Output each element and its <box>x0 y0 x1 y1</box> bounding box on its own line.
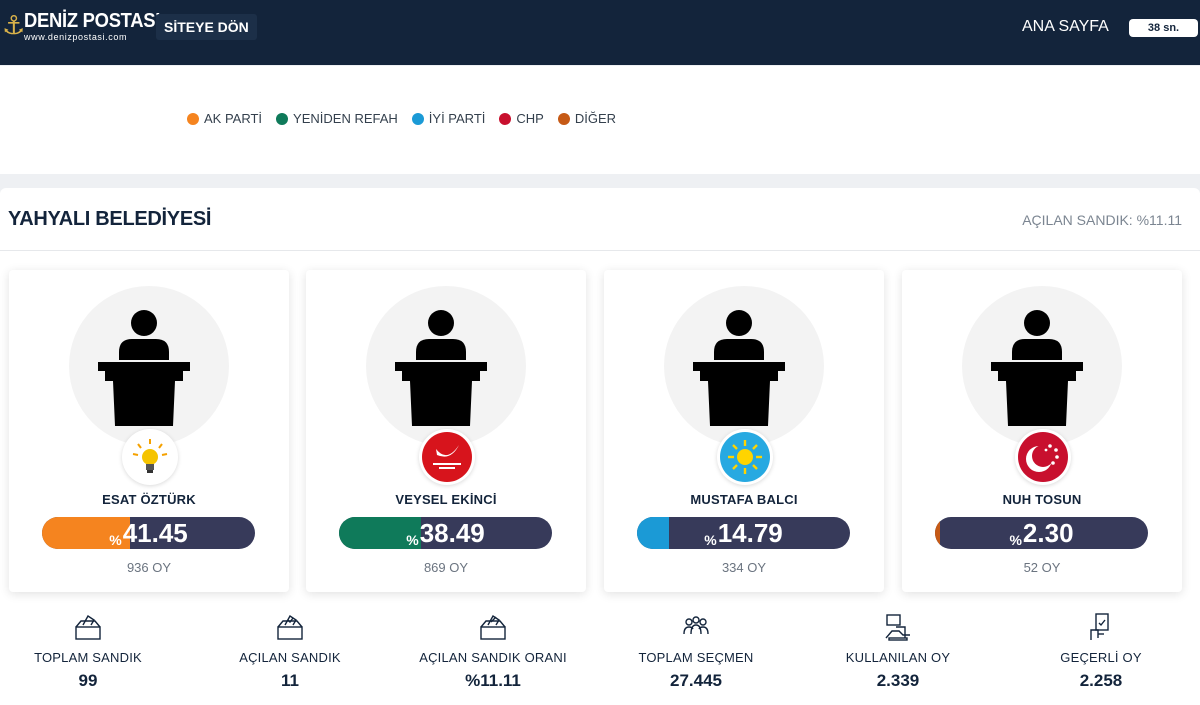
voters-group-icon <box>683 616 709 635</box>
percent-value: 41.45 <box>122 518 188 548</box>
vote-share-text: %2.30 <box>935 517 1148 549</box>
stat-value: 2.339 <box>876 671 920 690</box>
legend-label: CHP <box>516 111 544 126</box>
iyi-parti-sun-icon <box>720 432 770 482</box>
ak-parti-bulb-icon <box>132 439 168 473</box>
legend-dot <box>276 112 289 125</box>
refresh-timer: 38 sn. <box>1129 19 1198 37</box>
stat-opened-boxes: AÇILAN SANDIK 11 <box>200 612 380 691</box>
legend-dot <box>557 112 570 125</box>
ballot-box-check-icon <box>277 614 303 640</box>
party-logo <box>1015 429 1071 485</box>
site-logo[interactable]: ⚓ DENİZ POSTASI www.denizpostasi.com <box>2 8 172 44</box>
legend-label: İYİ PARTİ <box>428 111 486 126</box>
valid-vote-icon <box>1090 613 1109 640</box>
legend-dot <box>187 112 199 125</box>
stat-used-votes: KULLANILAN OY 2.339 <box>808 612 988 691</box>
stat-opened-ratio: AÇILAN SANDIK ORANI %11.11 <box>403 612 583 691</box>
stat-value: 99 <box>78 671 98 690</box>
legend-dot <box>411 112 424 125</box>
speaker-podium-icon <box>98 310 190 426</box>
legend-item-iyi-parti: İYİ PARTİ <box>411 111 486 126</box>
vote-count: 869 OY <box>423 560 469 575</box>
legend-panel: AK PARTİ YENİDEN REFAH İYİ PARTİ CHP DİĞ… <box>0 66 1200 174</box>
top-header: ⚓ DENİZ POSTASI www.denizpostasi.com SİT… <box>0 0 1200 65</box>
legend-item-ak-parti: AK PARTİ <box>187 111 262 126</box>
brand-name: DENİZ POSTASI <box>24 10 161 32</box>
percent-symbol: % <box>1009 532 1022 548</box>
vote-share-text: %41.45 <box>42 517 255 549</box>
candidate-name: NUH TOSUN <box>1002 492 1082 507</box>
speaker-podium-icon <box>991 310 1083 426</box>
legend-label: YENİDEN REFAH <box>293 111 398 126</box>
legend-label: AK PARTİ <box>204 111 263 126</box>
percent-symbol: % <box>704 532 717 548</box>
stat-label: TOPLAM SEÇMEN <box>638 650 754 665</box>
percent-value: 38.49 <box>419 518 485 548</box>
legend-item-diger: DİĞER <box>557 111 617 126</box>
stat-label: AÇILAN SANDIK <box>239 650 341 665</box>
stat-label: AÇILAN SANDIK ORANI <box>419 650 567 665</box>
divider <box>0 250 1200 251</box>
vote-share-bar: %14.79 <box>637 517 850 549</box>
crescent-stars-icon <box>1018 432 1068 482</box>
candidate-card: NUH TOSUN %2.30 52 OY <box>902 270 1182 592</box>
stat-label: KULLANILAN OY <box>845 650 951 665</box>
party-logo <box>122 429 178 485</box>
percent-symbol: % <box>406 532 419 548</box>
stat-total-boxes: TOPLAM SANDIK 99 <box>0 612 178 691</box>
legend-label: DİĞER <box>574 111 617 126</box>
stat-value: 11 <box>281 671 299 690</box>
results-panel: YAHYALI BELEDİYESİ AÇILAN SANDIK: %11.11… <box>0 188 1200 705</box>
vote-share-bar: %2.30 <box>935 517 1148 549</box>
vote-share-bar: %41.45 <box>42 517 255 549</box>
legend-item-chp: CHP <box>499 111 544 126</box>
legend-dot <box>499 112 512 125</box>
vote-share-bar: %38.49 <box>339 517 552 549</box>
vote-count: 936 OY <box>126 560 172 575</box>
ballot-box-icon <box>75 614 101 640</box>
legend-item-yeniden-refah: YENİDEN REFAH <box>276 111 398 126</box>
back-to-site-button[interactable]: SİTEYE DÖN <box>156 14 257 40</box>
stat-value: 2.258 <box>1079 671 1123 690</box>
party-logo <box>717 429 773 485</box>
candidate-name: VEYSEL EKİNCİ <box>395 492 497 507</box>
opened-box-ratio: AÇILAN SANDIK: %11.11 <box>1022 212 1182 228</box>
stat-value: %11.11 <box>465 671 521 690</box>
brand-url: www.denizpostasi.com <box>24 32 128 42</box>
yeniden-refah-icon <box>422 432 472 482</box>
hand-vote-icon <box>885 614 910 641</box>
vote-count: 52 OY <box>1023 560 1061 575</box>
candidate-card: ESAT ÖZTÜRK %41.45 936 OY <box>9 270 289 592</box>
anchor-icon: ⚓ <box>2 11 26 41</box>
percent-symbol: % <box>109 532 122 548</box>
ballot-box-percent-icon <box>480 614 506 640</box>
party-logo <box>419 429 475 485</box>
speaker-podium-icon <box>395 310 487 426</box>
candidate-card: MUSTAFA BALCI %14.79 334 OY <box>604 270 884 592</box>
stat-value: 27.445 <box>670 671 722 690</box>
stat-total-voters: TOPLAM SEÇMEN 27.445 <box>606 612 786 691</box>
home-link[interactable]: ANA SAYFA <box>1022 16 1109 38</box>
percent-value: 14.79 <box>717 518 783 548</box>
speaker-podium-icon <box>693 310 785 426</box>
party-legend: AK PARTİ YENİDEN REFAH İYİ PARTİ CHP DİĞ… <box>187 111 630 126</box>
percent-value: 2.30 <box>1022 518 1074 548</box>
candidate-name: MUSTAFA BALCI <box>690 492 798 507</box>
candidate-card: VEYSEL EKİNCİ %38.49 869 OY <box>306 270 586 592</box>
vote-count: 334 OY <box>721 560 767 575</box>
vote-share-text: %38.49 <box>339 517 552 549</box>
stat-label: GEÇERLİ OY <box>1060 650 1142 665</box>
candidate-name: ESAT ÖZTÜRK <box>102 492 196 507</box>
vote-share-text: %14.79 <box>637 517 850 549</box>
stat-valid-votes: GEÇERLİ OY 2.258 <box>1011 612 1191 691</box>
stat-label: TOPLAM SANDIK <box>34 650 142 665</box>
municipality-title: YAHYALI BELEDİYESİ <box>8 208 212 230</box>
